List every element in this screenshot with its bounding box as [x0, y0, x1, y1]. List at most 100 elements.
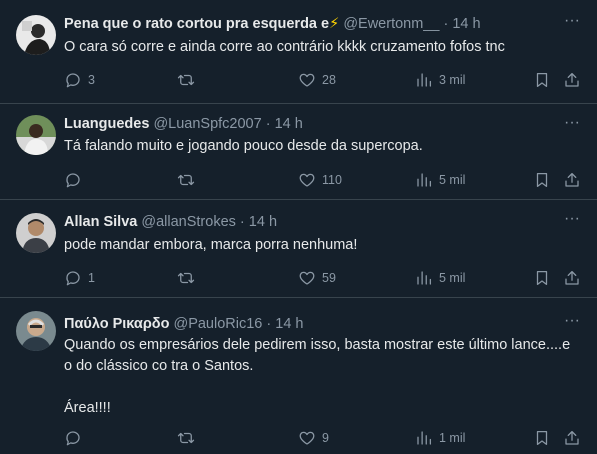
tweet-text: pode mandar embora, marca porra nenhuma!	[64, 235, 579, 256]
separator: ·	[239, 214, 245, 230]
like-count: 110	[322, 173, 342, 187]
reply-count: 3	[88, 73, 95, 87]
view-count: 5 mil	[439, 173, 466, 187]
retweet-button[interactable]	[177, 170, 201, 190]
tweet-text-line: Tá falando muito e jogando pouco desde d…	[64, 138, 423, 154]
reply-button[interactable]	[64, 170, 88, 190]
avatar[interactable]	[16, 213, 56, 253]
tweet[interactable]: Pena que o rato cortou pra esquerda e⚡ @…	[0, 0, 597, 104]
bookmark-button[interactable]	[533, 268, 551, 288]
tweet[interactable]: Luanguedes @LuanSpfc2007 · 14 h ··· Tá f…	[0, 104, 597, 200]
avatar[interactable]	[16, 115, 56, 155]
views-button[interactable]: 5 mil	[415, 170, 465, 190]
more-options-icon[interactable]: ···	[563, 313, 581, 334]
reply-button[interactable]	[64, 428, 88, 448]
share-button[interactable]	[563, 170, 581, 190]
tweet-text: Tá falando muito e jogando pouco desde d…	[64, 136, 579, 157]
view-count: 3 mil	[439, 73, 466, 87]
tweet-text-line: Área!!!!	[64, 400, 111, 416]
heart-icon	[299, 271, 315, 285]
bookmark-icon	[536, 430, 548, 446]
display-name[interactable]: Pena que o rato cortou pra esquerda e	[64, 16, 329, 32]
share-button[interactable]	[563, 70, 581, 90]
timestamp[interactable]: 14 h	[452, 16, 480, 32]
timestamp[interactable]: 14 h	[249, 214, 277, 230]
more-options-icon[interactable]: ···	[563, 115, 581, 136]
more-options-icon[interactable]: ···	[563, 211, 581, 232]
timestamp[interactable]: 14 h	[275, 116, 303, 132]
like-count: 9	[322, 431, 329, 445]
like-button[interactable]: 9	[298, 428, 329, 448]
handle[interactable]: @Ewertonm__	[343, 16, 439, 32]
separator: ·	[266, 316, 272, 332]
more-options-icon[interactable]: ···	[563, 13, 581, 34]
share-button[interactable]	[563, 428, 581, 448]
like-count: 28	[322, 73, 336, 87]
avatar[interactable]	[16, 311, 56, 351]
handle[interactable]: @PauloRic16	[173, 316, 262, 332]
views-button[interactable]: 1 mil	[415, 428, 465, 448]
like-button[interactable]: 110	[298, 170, 342, 190]
handle[interactable]: @allanStrokes	[141, 214, 236, 230]
separator: ·	[265, 116, 271, 132]
reply-icon	[66, 271, 80, 286]
separator: ·	[443, 16, 449, 32]
reply-count: 1	[88, 271, 95, 285]
bar-chart-icon	[417, 431, 432, 445]
bar-chart-icon	[417, 73, 432, 87]
tweet-text-line: O cara só corre e ainda corre ao contrár…	[64, 39, 505, 55]
handle[interactable]: @LuanSpfc2007	[153, 116, 261, 132]
like-button[interactable]: 59	[298, 268, 336, 288]
display-name[interactable]: Παύλο Ρικαρδο	[64, 316, 169, 332]
bookmark-icon	[536, 72, 548, 88]
reply-button[interactable]: 1	[64, 268, 95, 288]
avatar[interactable]	[16, 15, 56, 55]
tweet[interactable]: Παύλο Ρικαρδο @PauloRic16 · 14 h ··· Qua…	[0, 298, 597, 454]
bookmark-button[interactable]	[533, 428, 551, 448]
reply-icon	[66, 173, 80, 188]
action-bar: 9 1 mil	[64, 428, 584, 448]
bookmark-icon	[536, 172, 548, 188]
timestamp[interactable]: 14 h	[275, 316, 303, 332]
display-name[interactable]: Luanguedes	[64, 116, 149, 132]
share-icon	[565, 172, 579, 187]
reply-button[interactable]: 3	[64, 70, 95, 90]
retweet-button[interactable]	[177, 268, 201, 288]
bar-chart-icon	[417, 271, 432, 285]
view-count: 1 mil	[439, 431, 466, 445]
share-icon	[565, 430, 579, 445]
share-button[interactable]	[563, 268, 581, 288]
like-button[interactable]: 28	[298, 70, 336, 90]
tweet-text-line: pode mandar embora, marca porra nenhuma!	[64, 237, 358, 253]
bookmark-icon	[536, 270, 548, 286]
views-button[interactable]: 3 mil	[415, 70, 465, 90]
action-bar: 110 5 mil	[64, 170, 584, 190]
bookmark-button[interactable]	[533, 170, 551, 190]
retweet-icon	[177, 74, 195, 86]
bookmark-button[interactable]	[533, 70, 551, 90]
heart-icon	[299, 173, 315, 187]
view-count: 5 mil	[439, 271, 466, 285]
reply-icon	[66, 431, 80, 446]
heart-icon	[299, 431, 315, 445]
retweet-icon	[177, 272, 195, 284]
tweet-text-line	[64, 377, 579, 398]
heart-icon	[299, 73, 315, 87]
action-bar: 1 59 5 mil	[64, 268, 584, 288]
share-icon	[565, 270, 579, 285]
tweet-text-line: o do clássico co tra o Santos.	[64, 358, 254, 374]
retweet-button[interactable]	[177, 428, 201, 448]
share-icon	[565, 72, 579, 87]
like-count: 59	[322, 271, 336, 285]
views-button[interactable]: 5 mil	[415, 268, 465, 288]
tweet-text: Quando os empresários dele pedirem isso,…	[64, 335, 579, 419]
reply-icon	[66, 73, 80, 88]
retweet-icon	[177, 432, 195, 444]
tweet[interactable]: Allan Silva @allanStrokes · 14 h ··· pod…	[0, 200, 597, 298]
tweet-text-line: Quando os empresários dele pedirem isso,…	[64, 337, 571, 353]
retweet-button[interactable]	[177, 70, 201, 90]
display-name[interactable]: Allan Silva	[64, 214, 137, 230]
lightning-emoji: ⚡	[329, 16, 340, 32]
bar-chart-icon	[417, 173, 432, 187]
tweet-text: O cara só corre e ainda corre ao contrár…	[64, 37, 579, 58]
